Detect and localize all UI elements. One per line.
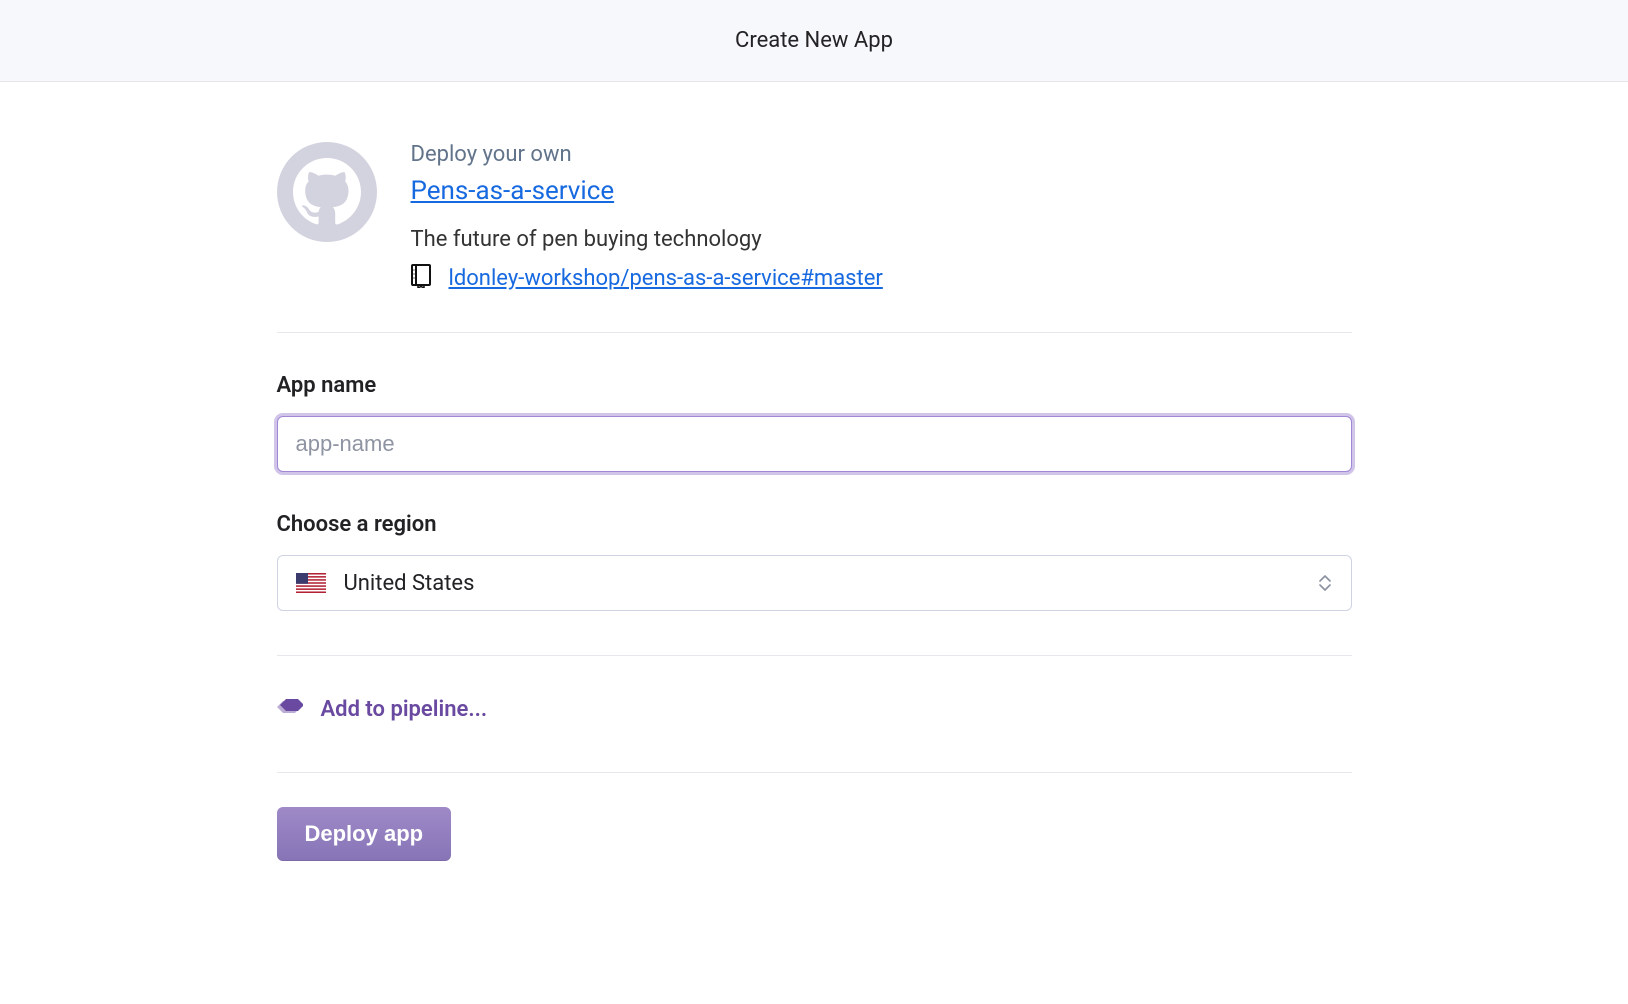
pipeline-icon (277, 694, 303, 724)
repo-summary: Deploy your own Pens-as-a-service The fu… (277, 142, 1352, 328)
region-select[interactable]: United States (277, 555, 1352, 611)
section-divider-3 (277, 772, 1352, 773)
repo-source-row: ldonley-workshop/pens-as-a-service#maste… (411, 264, 883, 292)
region-field: Choose a region United States (277, 512, 1352, 611)
region-label: Choose a region (277, 512, 1352, 537)
section-divider-2 (277, 655, 1352, 656)
app-name-label: App name (277, 373, 1352, 398)
actions-row: Deploy app (277, 807, 1352, 861)
repo-book-icon (411, 264, 431, 292)
add-to-pipeline-button[interactable]: Add to pipeline... (277, 690, 1352, 728)
add-to-pipeline-label: Add to pipeline... (321, 697, 488, 722)
page-title: Create New App (735, 28, 893, 53)
us-flag-icon (296, 573, 326, 593)
page-header: Create New App (0, 0, 1628, 82)
deploy-button[interactable]: Deploy app (277, 807, 452, 861)
github-icon (277, 142, 377, 242)
section-divider (277, 332, 1352, 333)
app-name-field: App name (277, 373, 1352, 472)
repo-source-link[interactable]: ldonley-workshop/pens-as-a-service#maste… (449, 266, 883, 291)
repo-info: Deploy your own Pens-as-a-service The fu… (411, 142, 883, 292)
repo-description: The future of pen buying technology (411, 227, 883, 252)
repo-title-link[interactable]: Pens-as-a-service (411, 173, 883, 209)
app-name-input[interactable] (277, 416, 1352, 472)
region-selected-value: United States (344, 571, 475, 596)
chevron-up-down-icon (1319, 575, 1331, 591)
deploy-own-label: Deploy your own (411, 142, 883, 167)
main-content: Deploy your own Pens-as-a-service The fu… (277, 82, 1352, 861)
